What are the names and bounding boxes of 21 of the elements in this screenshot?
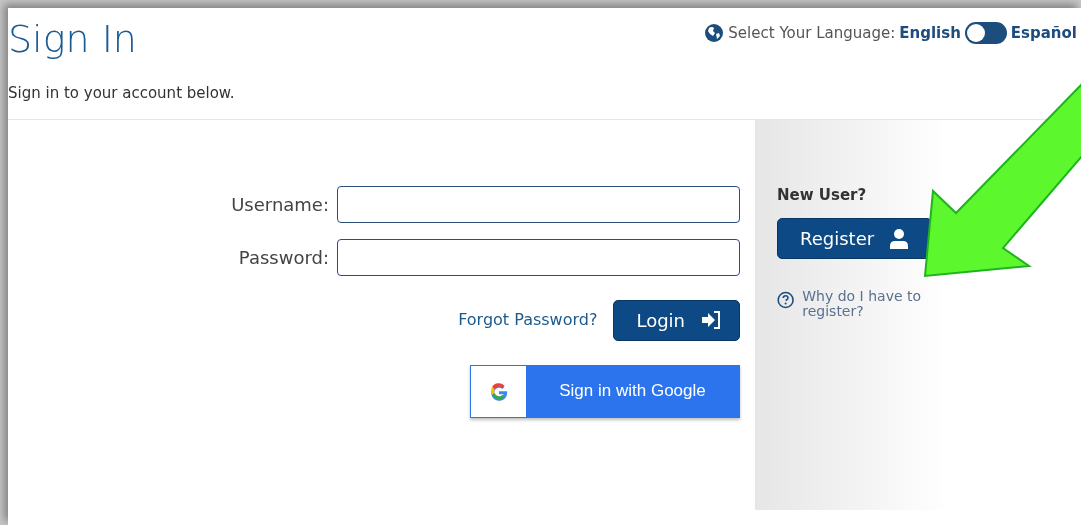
- field-label: Username:: [231, 192, 329, 217]
- register-button[interactable]: Register: [777, 218, 932, 259]
- language-label: Select Your Language:: [728, 23, 896, 44]
- help-icon: [777, 289, 795, 311]
- google-icon: [488, 381, 509, 401]
- why-register-link[interactable]: Why do I have to register?: [802, 289, 947, 319]
- language-option[interactable]: Español: [1010, 22, 1077, 45]
- login-button[interactable]: Login: [613, 299, 740, 341]
- language-option[interactable]: English: [899, 22, 961, 45]
- field-label: Password:: [238, 245, 329, 270]
- username-field[interactable]: [337, 185, 740, 223]
- page-subtitle: Sign in to your account below.: [8, 83, 235, 104]
- sign-in-icon: [701, 311, 721, 329]
- globe-icon: [704, 23, 725, 44]
- google-sign-in-button[interactable]: Sign in with Google: [470, 364, 740, 418]
- password-field[interactable]: [337, 238, 740, 276]
- user-icon: [890, 228, 909, 249]
- page-title: Sign In: [8, 16, 138, 58]
- language-toggle[interactable]: [964, 22, 1007, 45]
- new-user-heading: New User?: [777, 184, 868, 206]
- forgot-password-link[interactable]: Forgot Password?: [458, 308, 598, 332]
